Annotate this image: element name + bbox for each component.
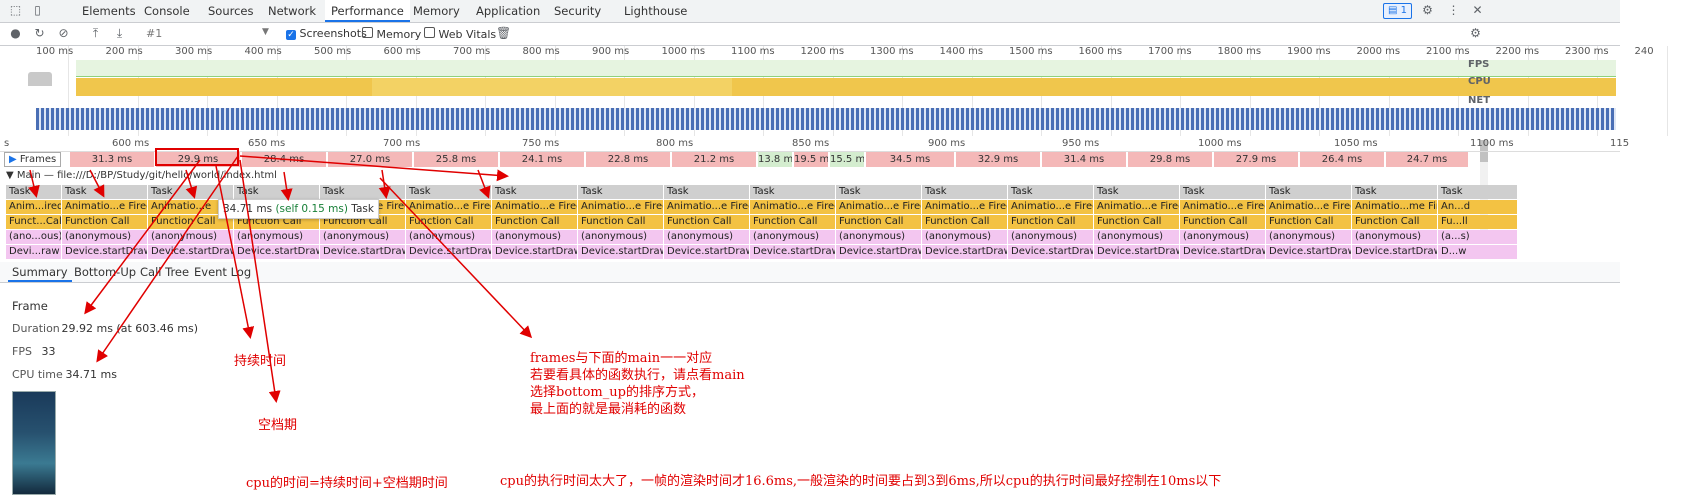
arrow-to-cpu-time (96, 155, 239, 363)
arrow-to-frames-note (379, 177, 533, 339)
annotation-cpu-note: cpu的执行时间太大了，一帧的渲染时间才16.6ms,一般渲染的时间要占到3到6… (500, 474, 1222, 489)
annotation-line: 最上面的就是最消耗的函数 (530, 402, 687, 417)
annotation-duration: 持续时间 (234, 354, 287, 369)
annotation-cpu-formula: cpu的时间=持续时间+空档期时间 (246, 476, 448, 491)
arrow-frame-to-main (239, 155, 509, 182)
annotation-line: 若要看具体的函数执行，请点看main (530, 368, 745, 383)
annotation-line: 选择bottom_up的排序方式， (530, 385, 704, 400)
annotation-frames-note: frames与下面的main一一对应 若要看具体的函数执行，请点看main 选择… (530, 350, 745, 418)
annotation-idle: 空档期 (258, 418, 298, 433)
annotation-arrows (28, 155, 533, 403)
annotation-line: frames与下面的main一一对应 (530, 351, 713, 366)
